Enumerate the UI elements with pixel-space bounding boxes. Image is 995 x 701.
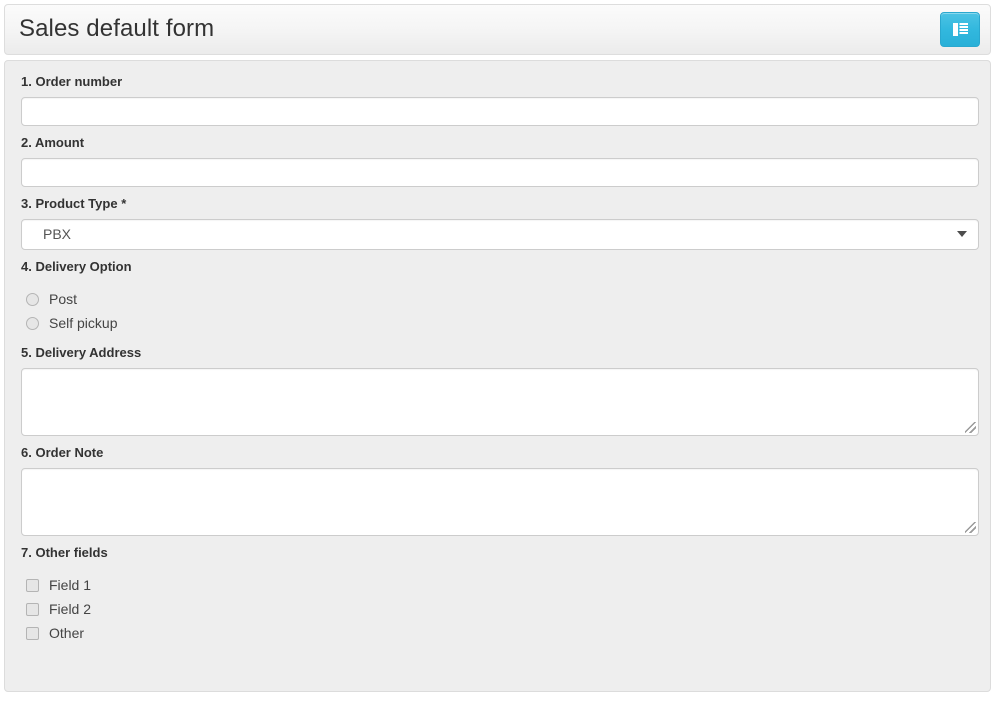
checkbox-option-label: Field 1	[49, 577, 92, 593]
checkbox-option-field-1[interactable]: Field 1	[21, 573, 974, 597]
field-delivery-address: 5. Delivery Address	[21, 344, 979, 436]
checkbox-option-label: Other	[49, 625, 85, 641]
radio-option-post[interactable]: Post	[21, 287, 974, 311]
field-amount: 2. Amount	[21, 134, 979, 187]
checkbox-option-other[interactable]: Other	[21, 621, 974, 645]
order-note-textarea[interactable]	[21, 468, 979, 536]
field-label-order-note: 6. Order Note	[21, 445, 104, 460]
required-asterisk: *	[121, 196, 127, 211]
field-product-type: 3. Product Type * PBX	[21, 195, 979, 250]
form-page: Sales default form 1. Order number 2. Am…	[0, 0, 995, 701]
radio-option-self-pickup[interactable]: Self pickup	[21, 311, 974, 335]
field-label-delivery-option: 4. Delivery Option	[21, 259, 132, 274]
field-label-order-number: 1. Order number	[21, 74, 123, 89]
delivery-address-textarea[interactable]	[21, 368, 979, 436]
field-other-fields: 7. Other fields Field 1 Field 2 Other	[21, 544, 974, 645]
field-label-amount: 2. Amount	[21, 135, 85, 150]
order-number-input[interactable]	[21, 97, 979, 126]
order-note-textarea-wrap	[21, 468, 979, 536]
checkbox-icon[interactable]	[26, 578, 39, 592]
checkbox-icon[interactable]	[26, 626, 39, 640]
product-type-select-box	[21, 219, 979, 250]
amount-input[interactable]	[21, 158, 979, 187]
form-body-panel: 1. Order number 2. Amount 3. Product Typ…	[4, 60, 991, 692]
product-type-selected-value: PBX	[43, 226, 72, 242]
field-delivery-option: 4. Delivery Option Post Self pickup	[21, 258, 974, 335]
checkbox-option-field-2[interactable]: Field 2	[21, 597, 974, 621]
checkbox-icon[interactable]	[26, 602, 39, 616]
page-title: Sales default form	[19, 15, 215, 43]
field-order-number: 1. Order number	[21, 73, 979, 126]
field-label-delivery-address: 5. Delivery Address	[21, 345, 142, 360]
field-order-note: 6. Order Note	[21, 444, 979, 536]
toggle-list-view-button[interactable]	[940, 12, 980, 47]
th-list-icon	[952, 23, 968, 36]
delivery-option-radio-group: Post Self pickup	[21, 287, 974, 335]
other-fields-checkbox-group: Field 1 Field 2 Other	[21, 573, 974, 645]
delivery-address-textarea-wrap	[21, 368, 979, 436]
field-label-product-type: 3. Product Type *	[21, 195, 974, 213]
form-header-panel: Sales default form	[4, 4, 991, 55]
field-label-other-fields: 7. Other fields	[21, 545, 108, 560]
radio-icon[interactable]	[26, 292, 39, 306]
field-label-product-type-text: 3. Product Type	[21, 196, 118, 211]
radio-option-label: Post	[49, 291, 78, 307]
checkbox-option-label: Field 2	[49, 601, 92, 617]
chevron-down-icon	[957, 231, 967, 237]
radio-icon[interactable]	[26, 316, 39, 330]
radio-option-label: Self pickup	[49, 315, 118, 331]
product-type-select[interactable]: PBX	[21, 219, 979, 250]
